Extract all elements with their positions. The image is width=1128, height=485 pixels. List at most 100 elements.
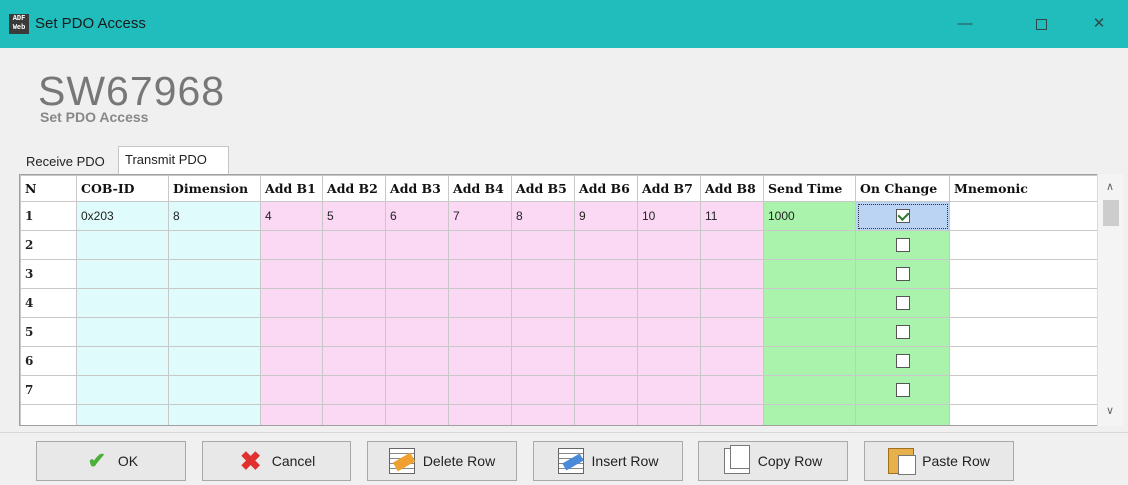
send-time-cell[interactable]: 1000 [763, 201, 856, 231]
paste-row-button[interactable]: Paste Row [864, 441, 1014, 481]
add-b1-cell[interactable] [260, 230, 323, 260]
add-b1-cell[interactable] [260, 375, 323, 405]
tab-receive-pdo[interactable]: Receive PDO [19, 150, 117, 174]
mnemonic-cell[interactable] [949, 346, 1098, 376]
add-b4-cell[interactable] [448, 230, 512, 260]
copy-row-button[interactable]: Copy Row [698, 441, 848, 481]
mnemonic-cell[interactable] [949, 288, 1098, 318]
mnemonic-cell[interactable] [949, 259, 1098, 289]
add-b8-cell[interactable] [700, 317, 764, 347]
add-b8-cell[interactable]: 11 [700, 201, 764, 231]
add-b3-cell[interactable] [385, 346, 449, 376]
dimension-cell[interactable] [168, 230, 261, 260]
add-b7-cell[interactable] [637, 230, 701, 260]
add-b4-cell[interactable] [448, 346, 512, 376]
col-header-add-b1[interactable]: Add B1 [260, 175, 323, 202]
add-b1-cell[interactable] [260, 346, 323, 376]
close-button[interactable]: ✕ [1076, 9, 1122, 39]
on-change-cell[interactable] [855, 375, 950, 405]
on-change-cell[interactable] [855, 259, 950, 289]
mnemonic-cell[interactable] [949, 317, 1098, 347]
add-b8-cell[interactable] [700, 230, 764, 260]
add-b4-cell[interactable]: 7 [448, 201, 512, 231]
add-b3-cell[interactable] [385, 230, 449, 260]
col-header-on-change[interactable]: On Change [855, 175, 950, 202]
dimension-cell[interactable] [168, 375, 261, 405]
send-time-cell[interactable] [763, 259, 856, 289]
col-header-dimension[interactable]: Dimension [168, 175, 261, 202]
col-header-add-b6[interactable]: Add B6 [574, 175, 638, 202]
add-b5-cell[interactable] [511, 288, 575, 318]
col-header-cob-id[interactable]: COB-ID [76, 175, 169, 202]
mnemonic-cell[interactable] [949, 201, 1098, 231]
dimension-cell[interactable]: 8 [168, 201, 261, 231]
dimension-cell[interactable] [168, 259, 261, 289]
add-b4-cell[interactable] [448, 375, 512, 405]
add-b5-cell[interactable] [511, 259, 575, 289]
scroll-thumb[interactable] [1103, 200, 1119, 226]
add-b2-cell[interactable] [322, 288, 386, 318]
add-b3-cell[interactable] [385, 375, 449, 405]
on-change-cell[interactable] [855, 346, 950, 376]
add-b2-cell[interactable] [322, 259, 386, 289]
mnemonic-cell[interactable] [949, 375, 1098, 405]
send-time-cell[interactable] [763, 230, 856, 260]
col-header-add-b8[interactable]: Add B8 [700, 175, 764, 202]
add-b6-cell[interactable] [574, 230, 638, 260]
add-b4-cell[interactable] [448, 288, 512, 318]
add-b6-cell[interactable] [574, 346, 638, 376]
add-b3-cell[interactable] [385, 288, 449, 318]
add-b1-cell[interactable] [260, 317, 323, 347]
add-b8-cell[interactable] [700, 288, 764, 318]
add-b7-cell[interactable]: 10 [637, 201, 701, 231]
vertical-scrollbar[interactable]: ∧ ∨ [1097, 174, 1123, 426]
ok-button[interactable]: ✔ OK [36, 441, 186, 481]
add-b6-cell[interactable]: 9 [574, 201, 638, 231]
on-change-checkbox[interactable] [895, 325, 910, 340]
add-b2-cell[interactable] [322, 346, 386, 376]
col-header-add-b7[interactable]: Add B7 [637, 175, 701, 202]
add-b4-cell[interactable] [448, 259, 512, 289]
scroll-down-icon[interactable]: ∨ [1106, 404, 1114, 417]
add-b6-cell[interactable] [574, 288, 638, 318]
cob-id-cell[interactable] [76, 288, 169, 318]
add-b7-cell[interactable] [637, 288, 701, 318]
add-b2-cell[interactable] [322, 375, 386, 405]
on-change-checkbox[interactable] [895, 383, 910, 398]
add-b2-cell[interactable] [322, 317, 386, 347]
add-b1-cell[interactable]: 4 [260, 201, 323, 231]
add-b8-cell[interactable] [700, 346, 764, 376]
minimize-button[interactable]: — [942, 9, 988, 39]
send-time-cell[interactable] [763, 375, 856, 405]
dimension-cell[interactable] [168, 317, 261, 347]
col-header-add-b3[interactable]: Add B3 [385, 175, 449, 202]
add-b1-cell[interactable] [260, 259, 323, 289]
add-b5-cell[interactable] [511, 317, 575, 347]
cob-id-cell[interactable] [76, 317, 169, 347]
on-change-checkbox[interactable] [895, 238, 910, 253]
add-b3-cell[interactable]: 6 [385, 201, 449, 231]
on-change-cell[interactable] [855, 317, 950, 347]
add-b7-cell[interactable] [637, 375, 701, 405]
col-header-n[interactable]: N [20, 175, 77, 202]
on-change-cell[interactable] [855, 201, 950, 231]
add-b3-cell[interactable] [385, 259, 449, 289]
delete-row-button[interactable]: Delete Row [367, 441, 517, 481]
add-b6-cell[interactable] [574, 317, 638, 347]
on-change-checkbox[interactable] [895, 267, 910, 282]
add-b2-cell[interactable]: 5 [322, 201, 386, 231]
dimension-cell[interactable] [168, 346, 261, 376]
dimension-cell[interactable] [168, 288, 261, 318]
tab-transmit-pdo[interactable]: Transmit PDO [118, 146, 229, 174]
add-b7-cell[interactable] [637, 259, 701, 289]
send-time-cell[interactable] [763, 317, 856, 347]
col-header-mnemonic[interactable]: Mnemonic [949, 175, 1098, 202]
add-b8-cell[interactable] [700, 259, 764, 289]
add-b8-cell[interactable] [700, 375, 764, 405]
add-b3-cell[interactable] [385, 317, 449, 347]
col-header-add-b2[interactable]: Add B2 [322, 175, 386, 202]
on-change-cell[interactable] [855, 288, 950, 318]
col-header-add-b5[interactable]: Add B5 [511, 175, 575, 202]
add-b5-cell[interactable] [511, 375, 575, 405]
on-change-checkbox[interactable] [895, 209, 910, 224]
